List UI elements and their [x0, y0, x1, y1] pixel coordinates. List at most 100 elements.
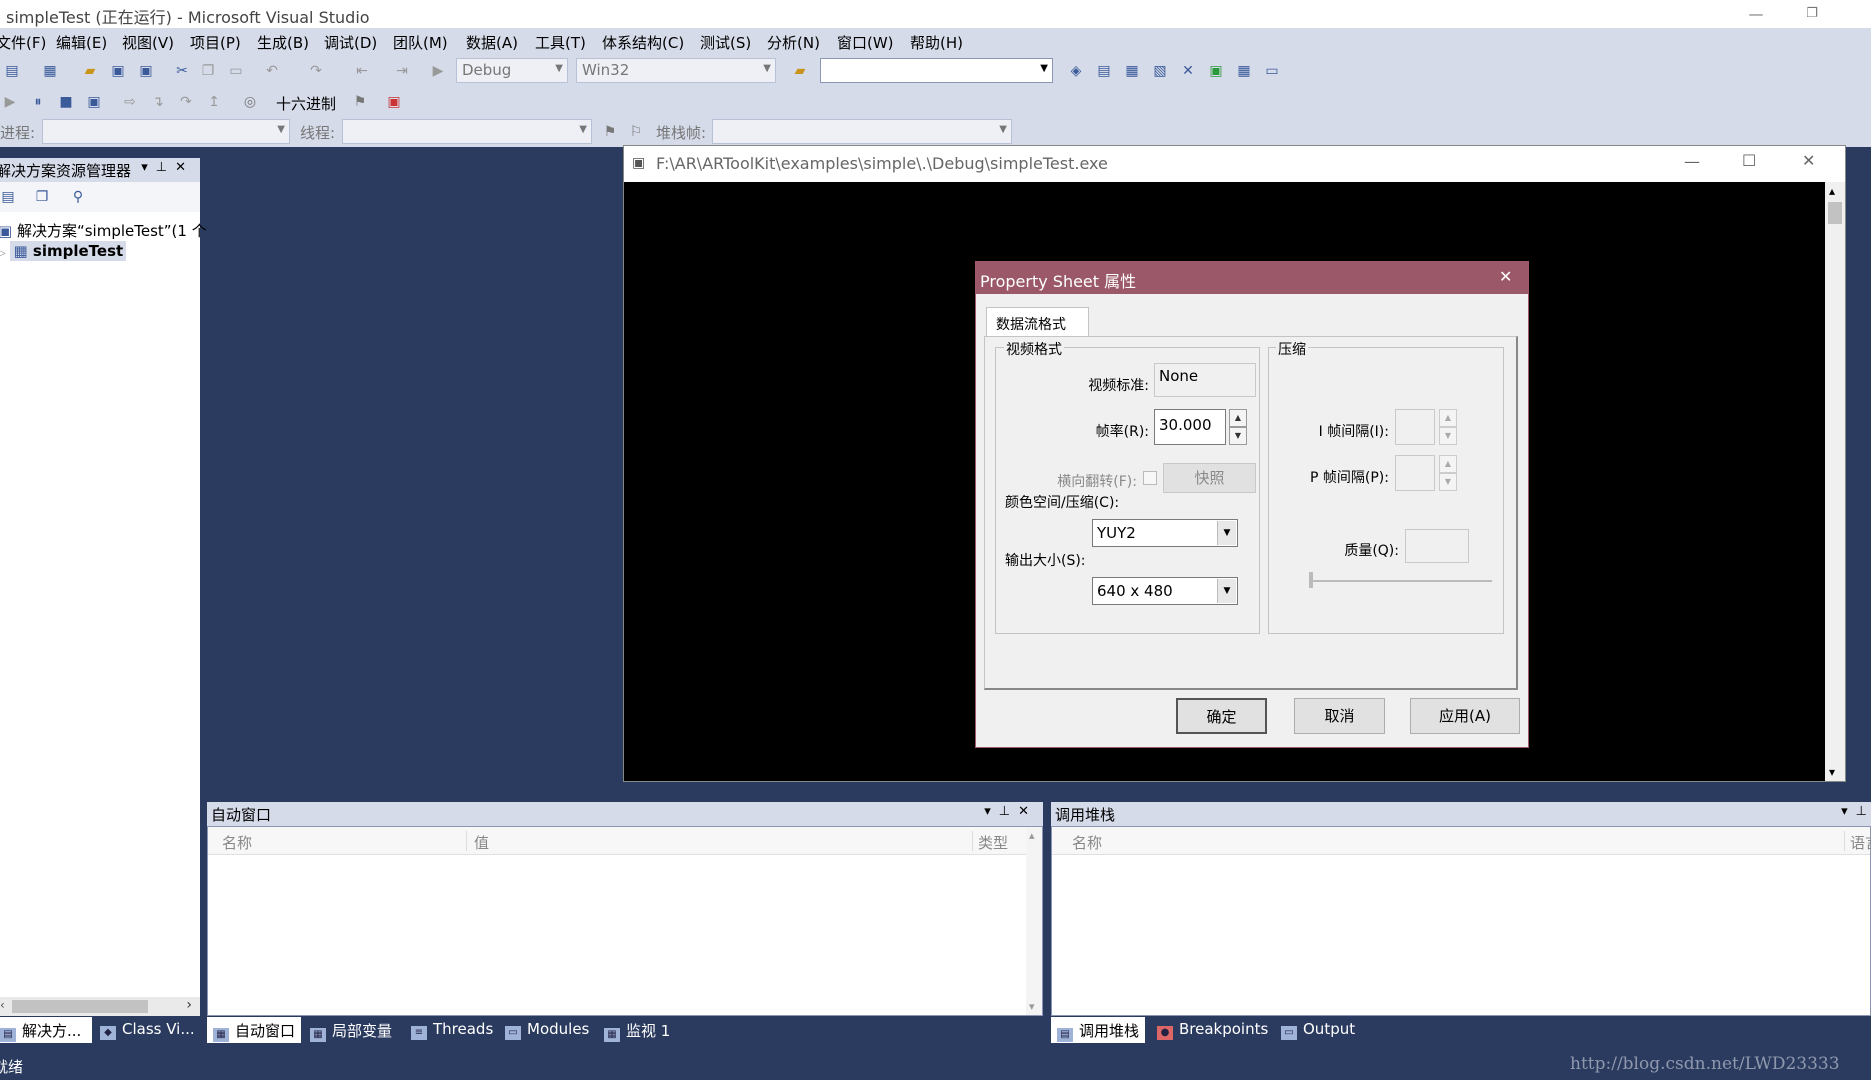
menu-analyze[interactable]: 分析(N)	[767, 32, 820, 53]
app-minimize-button[interactable]: —	[1684, 152, 1700, 171]
ok-button[interactable]: 确定	[1176, 698, 1267, 734]
fps-up-icon[interactable]: ▲	[1229, 409, 1247, 427]
threads-icon[interactable]: ⚑	[350, 92, 370, 112]
scroll-up-icon[interactable]: ▴	[1029, 829, 1035, 842]
view-class-diagram-icon[interactable]: ⚲	[68, 187, 88, 207]
toolbox-icon[interactable]: ▧	[1150, 61, 1170, 81]
show-next-statement-icon[interactable]: ⇨	[120, 92, 140, 112]
add-item-icon[interactable]: ▦	[40, 61, 60, 81]
project-node[interactable]: ▷ ▦ simpleTest	[0, 241, 127, 261]
platform-combo[interactable]: Win32 ▼	[576, 58, 776, 83]
menu-file[interactable]: 文件(F)	[0, 32, 46, 53]
find-in-files-icon[interactable]: ▰	[790, 61, 810, 81]
app-window-titlebar[interactable]: ▣ F:\AR\ARToolKit\examples\simple\.\Debu…	[624, 146, 1845, 182]
expand-icon[interactable]: ▷	[0, 248, 6, 259]
stop-icon[interactable]: ■	[56, 92, 76, 112]
solution-node[interactable]: ▣ 解决方案“simpleTest”(1 个	[0, 220, 207, 241]
paste-icon[interactable]: ▭	[226, 61, 246, 81]
col-name[interactable]: 名称	[1072, 832, 1102, 853]
dialog-close-icon[interactable]: ✕	[1499, 267, 1512, 286]
horizontal-scrollbar[interactable]: ‹ ›	[0, 997, 200, 1016]
menu-data[interactable]: 数据(A)	[466, 32, 518, 53]
menu-edit[interactable]: 编辑(E)	[56, 32, 107, 53]
redo-icon[interactable]: ↷	[306, 61, 326, 81]
restore-button[interactable]: ❐	[1782, 0, 1842, 28]
pause-icon[interactable]: ⏸	[28, 92, 48, 112]
apply-button[interactable]: 应用(A)	[1410, 698, 1520, 734]
menu-help[interactable]: 帮助(H)	[910, 32, 963, 53]
panel-buttons[interactable]: ▾⊥	[1841, 804, 1871, 819]
scroll-left-icon[interactable]: ‹	[0, 998, 5, 1012]
navigate-back-icon[interactable]: ⇤	[352, 61, 372, 81]
navigate-forward-icon[interactable]: ⇥	[392, 61, 412, 81]
command-window-icon[interactable]: ▭	[1262, 61, 1282, 81]
solution-explorer-icon[interactable]: ◈	[1066, 61, 1086, 81]
config-combo[interactable]: Debug ▼	[456, 58, 568, 83]
fps-down-icon[interactable]: ▼	[1229, 427, 1247, 445]
tab-watch1[interactable]: ▦ 监视 1	[598, 1017, 676, 1043]
menu-tools[interactable]: 工具(T)	[535, 32, 586, 53]
menu-window[interactable]: 窗口(W)	[837, 32, 894, 53]
process-combo[interactable]: ▼	[42, 119, 290, 144]
new-project-icon[interactable]: ▤	[2, 61, 22, 81]
hex-toggle[interactable]: 十六进制	[276, 93, 336, 114]
col-value[interactable]: 值	[474, 832, 489, 853]
app-maximize-button[interactable]: ☐	[1742, 151, 1756, 170]
properties-icon[interactable]: ▤	[1094, 61, 1114, 81]
save-icon[interactable]: ▣	[108, 61, 128, 81]
menu-debug[interactable]: 调试(D)	[324, 32, 377, 53]
find-combo[interactable]: ▼	[820, 58, 1053, 83]
autos-scrollbar[interactable]: ▴ ▾	[1026, 827, 1042, 1015]
scroll-down-icon[interactable]: ▾	[1829, 765, 1835, 779]
flag-icon[interactable]: ⚐	[626, 122, 646, 142]
restart-icon[interactable]: ▣	[84, 92, 104, 112]
app-close-button[interactable]: ✕	[1802, 151, 1815, 170]
tab-autos[interactable]: ▦ 自动窗口	[207, 1017, 302, 1043]
properties-icon[interactable]: ▤	[0, 187, 18, 207]
extension-icon[interactable]: ▣	[1206, 61, 1226, 81]
team-explorer-icon[interactable]: ▦	[1234, 61, 1254, 81]
colorspace-select[interactable]: YUY2 ▼	[1092, 519, 1238, 547]
snapshot-button[interactable]: 快照	[1163, 463, 1256, 493]
tab-class-view[interactable]: ◆ Class Vi...	[94, 1017, 201, 1043]
menu-view[interactable]: 视图(V)	[122, 32, 174, 53]
save-all-icon[interactable]: ▣	[136, 61, 156, 81]
scroll-down-icon[interactable]: ▾	[1029, 1000, 1035, 1013]
undo-icon[interactable]: ↶	[262, 61, 282, 81]
menu-test[interactable]: 测试(S)	[700, 32, 751, 53]
col-type[interactable]: 类型	[978, 832, 1008, 853]
tab-solution-explorer[interactable]: ▤ 解决方...	[0, 1017, 92, 1043]
object-browser-icon[interactable]: ▦	[1122, 61, 1142, 81]
thread-combo[interactable]: ▼	[342, 119, 592, 144]
scroll-thumb[interactable]	[1828, 202, 1842, 224]
start-debug-icon[interactable]: ▶	[428, 61, 448, 81]
menu-team[interactable]: 团队(M)	[393, 32, 448, 53]
stackframe-combo[interactable]: ▼	[712, 119, 1012, 144]
panel-buttons[interactable]: ▾⊥✕	[984, 804, 1037, 819]
quick-watch-icon[interactable]: ◎	[240, 92, 260, 112]
scroll-up-icon[interactable]: ▴	[1829, 184, 1835, 198]
tab-output[interactable]: ▭ Output	[1275, 1017, 1361, 1043]
show-all-files-icon[interactable]: ❐	[32, 187, 52, 207]
col-name[interactable]: 名称	[222, 832, 252, 853]
breakpoints-icon[interactable]: ▣	[384, 92, 404, 112]
tools-icon[interactable]: ✕	[1178, 61, 1198, 81]
minimize-button[interactable]: —	[1726, 0, 1786, 28]
continue-icon[interactable]: ▶	[0, 92, 20, 112]
fps-input[interactable]: 30.000	[1154, 409, 1226, 445]
step-into-icon[interactable]: ↴	[148, 92, 168, 112]
dialog-titlebar[interactable]: Property Sheet 属性 ✕	[976, 262, 1528, 294]
outsize-select[interactable]: 640 x 480 ▼	[1092, 577, 1238, 605]
tab-breakpoints[interactable]: ● Breakpoints	[1151, 1017, 1274, 1043]
scroll-right-icon[interactable]: ›	[186, 997, 192, 1013]
cut-icon[interactable]: ✂	[172, 61, 192, 81]
app-vertical-scrollbar[interactable]: ▴ ▾	[1825, 182, 1845, 781]
tab-callstack[interactable]: ▤ 调用堆栈	[1051, 1017, 1146, 1043]
step-out-icon[interactable]: ↥	[204, 92, 224, 112]
menu-project[interactable]: 项目(P)	[190, 32, 241, 53]
copy-icon[interactable]: ❐	[198, 61, 218, 81]
filter-icon[interactable]: ⚑	[600, 122, 620, 142]
cancel-button[interactable]: 取消	[1294, 698, 1385, 734]
col-lang[interactable]: 语言	[1850, 832, 1871, 853]
tab-threads[interactable]: ≡ Threads	[405, 1017, 499, 1043]
